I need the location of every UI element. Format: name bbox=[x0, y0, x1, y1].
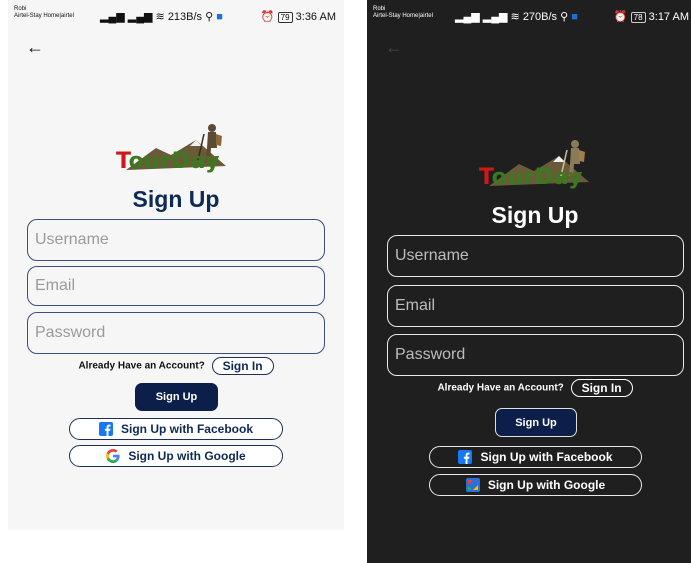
facebook-icon bbox=[458, 450, 473, 464]
password-field[interactable]: Password bbox=[387, 334, 684, 376]
google-signup-label: Sign Up with Google bbox=[487, 478, 606, 492]
carrier-line2: Airtel-Stay Home|airtel bbox=[14, 13, 74, 19]
status-bar: Robi Airtel-Stay Home|airtel ▂▄▆ ▂▄▆ ≋ 2… bbox=[367, 6, 691, 28]
signal-info: ▂▄▆ ▂▄▆ ≋ 270B/s ⚲ ■ bbox=[455, 10, 578, 23]
vpn-icon: ⚲ bbox=[205, 11, 217, 23]
status-right: ⏰ 78 3:17 AM bbox=[614, 10, 689, 23]
already-account-row: Already Have an Account? Sign In bbox=[379, 379, 691, 397]
logo-wordmark: TourDay bbox=[479, 165, 583, 190]
back-arrow-icon[interactable]: ← bbox=[385, 38, 403, 56]
sign-in-button[interactable]: Sign In bbox=[211, 357, 274, 375]
carrier-label: Robi Airtel-Stay Home|airtel bbox=[14, 6, 74, 20]
app-icon: ■ bbox=[216, 11, 223, 23]
already-account-text: Already Have an Account? bbox=[78, 360, 205, 372]
status-right: ⏰ 79 3:36 AM bbox=[261, 10, 336, 23]
password-placeholder: Password bbox=[35, 324, 106, 341]
email-placeholder: Email bbox=[395, 297, 436, 314]
email-field[interactable]: Email bbox=[27, 266, 325, 306]
signal-icon: ▂▄▆ ▂▄▆ ≋ bbox=[455, 11, 523, 23]
facebook-signup-button[interactable]: Sign Up with Facebook bbox=[429, 446, 642, 468]
username-placeholder: Username bbox=[35, 231, 109, 248]
email-field[interactable]: Email bbox=[387, 285, 684, 327]
dark-theme-screen: Robi Airtel-Stay Home|airtel ▂▄▆ ▂▄▆ ≋ 2… bbox=[367, 0, 691, 563]
light-theme-screen: Robi Airtel-Stay Home|airtel ▂▄▆ ▂▄▆ ≋ 2… bbox=[8, 0, 344, 530]
logo-wordmark: TourDay bbox=[116, 149, 220, 174]
sign-up-button[interactable]: Sign Up bbox=[495, 408, 577, 437]
carrier-line1: Robi bbox=[373, 6, 386, 12]
username-field[interactable]: Username bbox=[27, 219, 325, 261]
google-signup-label: Sign Up with Google bbox=[128, 449, 246, 463]
carrier-line2: Airtel-Stay Home|airtel bbox=[373, 13, 433, 19]
status-bar: Robi Airtel-Stay Home|airtel ▂▄▆ ▂▄▆ ≋ 2… bbox=[8, 6, 344, 28]
page-title: Sign Up bbox=[491, 202, 579, 228]
password-placeholder: Password bbox=[395, 346, 466, 363]
page-title: Sign Up bbox=[132, 186, 220, 212]
google-signup-button[interactable]: Sign Up with Google bbox=[429, 474, 642, 496]
already-account-row: Already Have an Account? Sign In bbox=[8, 357, 344, 375]
network-speed: 213B/s bbox=[167, 11, 203, 23]
clock: 3:17 AM bbox=[648, 11, 689, 23]
app-icon: ■ bbox=[571, 11, 578, 23]
carrier-line1: Robi bbox=[14, 6, 27, 12]
facebook-signup-label: Sign Up with Facebook bbox=[120, 422, 253, 436]
google-signup-button[interactable]: Sign Up with Google bbox=[69, 445, 283, 467]
carrier-label: Robi Airtel-Stay Home|airtel bbox=[373, 6, 433, 20]
email-placeholder: Email bbox=[35, 277, 76, 294]
username-placeholder: Username bbox=[395, 247, 469, 264]
google-icon bbox=[465, 478, 480, 492]
tourday-logo: TourDay bbox=[479, 136, 609, 192]
alarm-icon: ⏰ bbox=[260, 11, 275, 23]
facebook-icon bbox=[98, 422, 113, 436]
username-field[interactable]: Username bbox=[387, 235, 684, 277]
password-field[interactable]: Password bbox=[27, 312, 325, 354]
battery-icon: 78 bbox=[630, 12, 646, 23]
back-arrow-icon[interactable]: ← bbox=[26, 38, 44, 56]
already-account-text: Already Have an Account? bbox=[437, 382, 564, 394]
tourday-logo: TourDay bbox=[116, 120, 246, 176]
signal-icon: ▂▄▆ ▂▄▆ ≋ bbox=[100, 11, 168, 23]
alarm-icon: ⏰ bbox=[613, 11, 628, 23]
clock: 3:36 AM bbox=[295, 11, 336, 23]
sign-in-button[interactable]: Sign In bbox=[570, 379, 633, 397]
facebook-signup-button[interactable]: Sign Up with Facebook bbox=[69, 418, 283, 440]
battery-icon: 79 bbox=[277, 12, 293, 23]
network-speed: 270B/s bbox=[522, 11, 558, 23]
vpn-icon: ⚲ bbox=[560, 11, 572, 23]
signal-info: ▂▄▆ ▂▄▆ ≋ 213B/s ⚲ ■ bbox=[100, 10, 223, 23]
google-icon bbox=[106, 449, 120, 463]
facebook-signup-label: Sign Up with Facebook bbox=[480, 450, 613, 464]
sign-up-button[interactable]: Sign Up bbox=[135, 383, 218, 411]
